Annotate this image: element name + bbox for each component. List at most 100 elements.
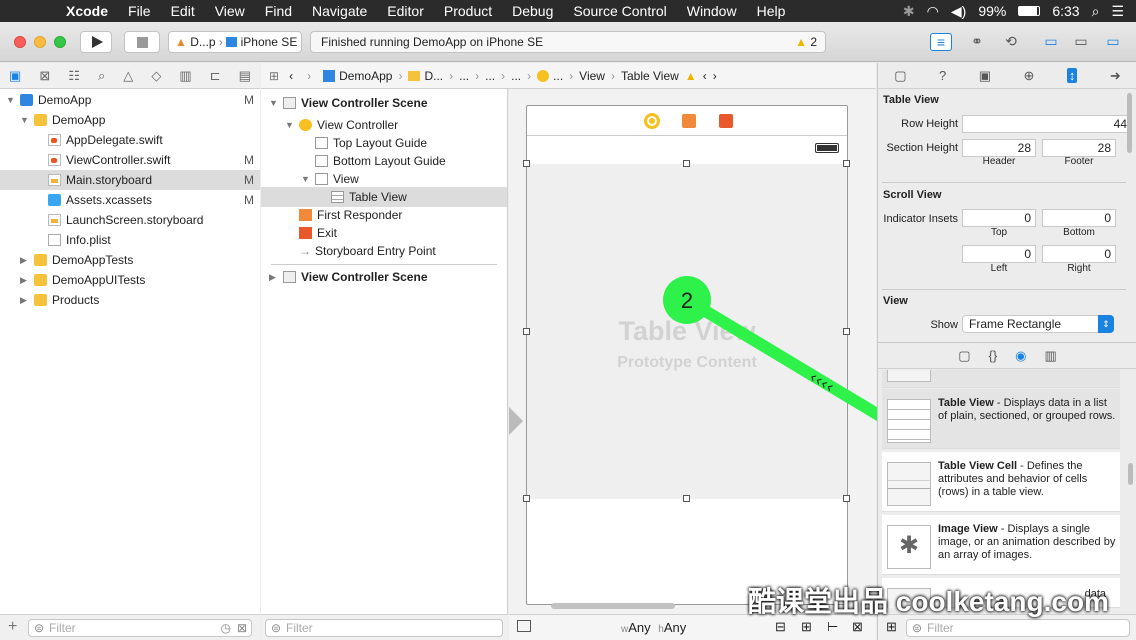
issue-navigator-icon[interactable]: △ (123, 68, 133, 84)
issue-forward-icon[interactable]: › (713, 69, 717, 83)
stack-icon[interactable]: ⊟ (775, 619, 786, 635)
back-arrow-icon[interactable]: ‹ (289, 69, 293, 83)
breadcrumb-scene[interactable]: ... (511, 69, 521, 83)
library-item-partial[interactable] (882, 370, 1120, 388)
library-item-table-view[interactable]: Table View - Displays data in a list of … (882, 389, 1120, 449)
toggle-navigator-icon[interactable]: ▭ (1040, 33, 1062, 51)
resolve-issues-icon[interactable]: ⊠ (852, 619, 863, 635)
breakpoint-navigator-icon[interactable]: ⊏ (210, 68, 221, 84)
outline-item[interactable]: → Storyboard Entry Point (261, 241, 507, 261)
zoom-window-button[interactable] (54, 36, 66, 48)
tree-item-file-selected[interactable]: Main.storyboard M (0, 170, 260, 190)
menu-help[interactable]: Help (747, 3, 796, 19)
breadcrumb-controller[interactable]: ... (553, 69, 563, 83)
forward-arrow-icon[interactable]: › (307, 69, 311, 83)
menu-app-name[interactable]: Xcode (56, 3, 118, 19)
menu-navigate[interactable]: Navigate (302, 3, 377, 19)
resize-handle[interactable] (523, 160, 530, 167)
menu-find[interactable]: Find (255, 3, 302, 19)
stop-button[interactable] (124, 31, 160, 53)
menu-window[interactable]: Window (677, 3, 747, 19)
library-scrollbar[interactable] (1128, 463, 1133, 485)
outline-item[interactable]: Bottom Layout Guide (261, 151, 507, 171)
pin-icon[interactable]: ⊢ (827, 619, 838, 635)
issue-back-icon[interactable]: ‹ (703, 69, 707, 83)
outline-view-controller[interactable]: ▼ View Controller (261, 115, 507, 135)
resize-handle[interactable] (683, 160, 690, 167)
project-navigator-icon[interactable]: ▣ (9, 68, 21, 84)
disclosure-closed-icon[interactable]: ▶ (20, 270, 27, 290)
warnings-badge[interactable]: ▲ 2 (795, 32, 817, 52)
first-responder-dock-icon[interactable] (682, 114, 696, 128)
source-control-navigator-icon[interactable]: ⊠ (39, 68, 50, 84)
menu-view[interactable]: View (205, 3, 255, 19)
library-item-table-view-cell[interactable]: Table View Cell - Defines the attributes… (882, 452, 1120, 512)
outline-item[interactable]: First Responder (261, 205, 507, 225)
tree-item-file[interactable]: LaunchScreen.storyboard (0, 210, 260, 230)
tree-item-file[interactable]: AppDelegate.swift (0, 130, 260, 150)
tree-item-file[interactable]: Assets.xcassets M (0, 190, 260, 210)
tree-item-group[interactable]: ▶ Products (0, 290, 260, 310)
media-library-icon[interactable]: ▥ (1045, 348, 1057, 364)
add-icon[interactable]: + (8, 618, 17, 636)
symbol-navigator-icon[interactable]: ☷ (68, 68, 80, 84)
clock[interactable]: 6:33 (1052, 3, 1079, 19)
wifi-icon[interactable]: ◠ (927, 3, 939, 20)
section-header-height-field[interactable]: 28 (962, 139, 1036, 157)
file-template-library-icon[interactable]: ▢ (958, 348, 970, 364)
run-button[interactable] (80, 31, 112, 53)
outline-item[interactable]: Top Layout Guide (261, 133, 507, 153)
tree-item-group[interactable]: ▶ DemoAppUITests (0, 270, 260, 290)
resize-handle[interactable] (523, 495, 530, 502)
menu-source-control[interactable]: Source Control (563, 3, 676, 19)
breadcrumb-project[interactable]: DemoApp (339, 69, 392, 83)
show-select[interactable]: Frame Rectangle ⇕ (962, 315, 1114, 333)
battery-icon[interactable] (1018, 6, 1041, 16)
attributes-inspector-icon[interactable]: ⊕ (1023, 68, 1034, 84)
inspector-scrollbar[interactable] (1127, 93, 1132, 153)
assistant-editor-icon[interactable]: ⚭ (966, 33, 988, 51)
report-navigator-icon[interactable]: ▤ (239, 68, 251, 84)
inset-right-field[interactable]: 0 (1042, 245, 1116, 263)
scheme-selector[interactable]: ▲ D...p › iPhone SE (168, 31, 302, 53)
bluetooth-icon[interactable]: ✱ (903, 3, 915, 20)
object-library-icon[interactable]: ◉ (1015, 348, 1026, 364)
size-inspector-icon[interactable]: ↕ (1066, 68, 1078, 83)
tree-item-project[interactable]: ▼ DemoApp M (0, 90, 260, 110)
menu-edit[interactable]: Edit (161, 3, 205, 19)
resize-handle[interactable] (523, 328, 530, 335)
connections-inspector-icon[interactable]: ➜ (1110, 68, 1121, 84)
breadcrumb-view[interactable]: View (579, 69, 605, 83)
outline-scene[interactable]: ▶ View Controller Scene (261, 267, 507, 287)
menu-editor[interactable]: Editor (377, 3, 434, 19)
menu-product[interactable]: Product (434, 3, 502, 19)
volume-icon[interactable]: ◀) (951, 3, 966, 20)
navigator-filter-input[interactable]: ⊜ Filter ◷ ⊠ (28, 619, 252, 637)
table-view[interactable]: Table View Prototype Content (527, 164, 847, 499)
breadcrumb-group[interactable]: D... (424, 69, 443, 83)
minimize-window-button[interactable] (34, 36, 46, 48)
disclosure-open-icon[interactable]: ▼ (6, 90, 15, 110)
outline-table-view-selected[interactable]: Table View (261, 187, 507, 207)
menu-file[interactable]: File (118, 3, 161, 19)
disclosure-closed-icon[interactable]: ▶ (20, 290, 27, 310)
view-controller-frame[interactable]: Table View Prototype Content (523, 105, 850, 605)
resize-handle[interactable] (683, 495, 690, 502)
file-inspector-icon[interactable]: ▢ (894, 68, 906, 84)
outline-filter-input[interactable]: ⊜ Filter (265, 619, 503, 637)
row-height-field[interactable]: 44 (962, 115, 1132, 133)
scm-filter-icon[interactable]: ⊠ (237, 620, 247, 636)
disclosure-closed-icon[interactable]: ▶ (269, 267, 276, 287)
inset-top-field[interactable]: 0 (962, 209, 1036, 227)
library-filter-input[interactable]: ⊜ Filter (906, 619, 1130, 637)
toggle-debug-area-icon[interactable]: ▭ (1070, 33, 1092, 51)
disclosure-open-icon[interactable]: ▼ (20, 110, 29, 130)
test-navigator-icon[interactable]: ◇ (151, 68, 161, 84)
breadcrumb-file[interactable]: ... (485, 69, 495, 83)
canvas-scrollbar[interactable] (551, 603, 675, 609)
align-icon[interactable]: ⊞ (801, 619, 812, 635)
tree-item-group[interactable]: ▶ DemoAppTests (0, 250, 260, 270)
outline-view[interactable]: ▼ View (261, 169, 507, 189)
resize-handle[interactable] (843, 160, 850, 167)
disclosure-open-icon[interactable]: ▼ (285, 115, 294, 135)
